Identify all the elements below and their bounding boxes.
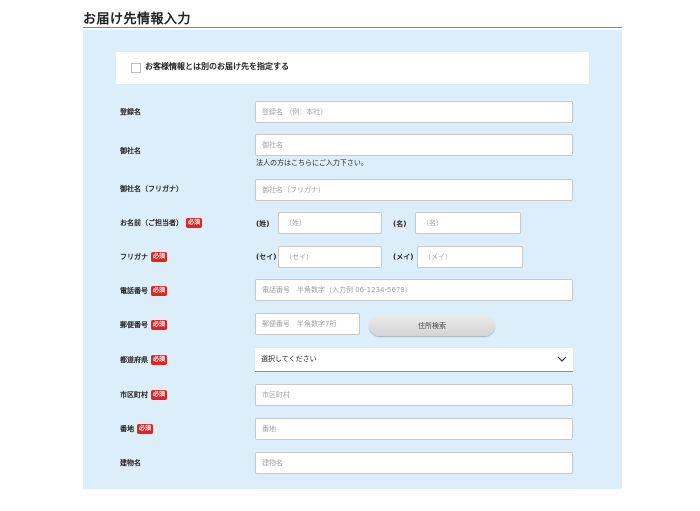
alt-address-label[interactable]: お客様情報とは別のお届け先を指定する bbox=[145, 61, 289, 72]
first-kana-label: (メイ) bbox=[393, 253, 414, 261]
company-note: 法人の方はこちらにご入力下さい。 bbox=[256, 159, 368, 167]
prefecture-label: 都道府県 必須 bbox=[120, 355, 168, 365]
first-name-label: (名) bbox=[393, 220, 407, 228]
first-name-input[interactable] bbox=[415, 212, 521, 234]
company-label: 御社名 bbox=[120, 147, 141, 155]
address-search-button[interactable]: 住所検索 bbox=[369, 315, 495, 336]
city-label: 市区町村 必須 bbox=[120, 390, 168, 400]
kana-label: フリガナ 必須 bbox=[120, 252, 168, 262]
chevron-down-icon bbox=[557, 356, 567, 362]
company-input[interactable] bbox=[255, 134, 573, 156]
required-badge: 必須 bbox=[137, 424, 154, 434]
company-kana-label: 御社名（フリガナ） bbox=[120, 185, 183, 193]
last-name-label: (姓) bbox=[256, 220, 270, 228]
postal-label: 郵便番号 必須 bbox=[120, 320, 168, 330]
building-label: 建物名 bbox=[120, 459, 141, 467]
section-title: お届け先情報入力 bbox=[83, 12, 192, 27]
title-divider bbox=[83, 27, 622, 28]
street-input[interactable] bbox=[255, 418, 573, 440]
prefecture-select[interactable]: 選択してください bbox=[255, 348, 573, 372]
required-badge: 必須 bbox=[151, 252, 168, 262]
alt-address-checkbox[interactable] bbox=[131, 63, 141, 73]
first-kana-input[interactable] bbox=[417, 246, 523, 268]
city-input[interactable] bbox=[255, 384, 573, 406]
required-badge: 必須 bbox=[151, 320, 168, 330]
street-label: 番地 必須 bbox=[120, 424, 154, 434]
prefecture-selected: 選択してください bbox=[261, 355, 317, 363]
last-name-input[interactable] bbox=[278, 212, 382, 234]
registration-input[interactable] bbox=[255, 101, 573, 123]
last-kana-label: (セイ) bbox=[256, 253, 277, 261]
required-badge: 必須 bbox=[151, 355, 168, 365]
required-badge: 必須 bbox=[186, 218, 203, 228]
registration-label: 登録名 bbox=[120, 108, 141, 116]
postal-input[interactable] bbox=[255, 313, 360, 335]
company-kana-input[interactable] bbox=[255, 179, 573, 201]
required-badge: 必須 bbox=[151, 390, 168, 400]
name-label: お名前（ご担当者） 必須 bbox=[120, 218, 203, 228]
phone-input[interactable] bbox=[255, 279, 573, 301]
building-input[interactable] bbox=[255, 452, 573, 474]
phone-label: 電話番号 必須 bbox=[120, 286, 168, 296]
required-badge: 必須 bbox=[151, 286, 168, 296]
last-kana-input[interactable] bbox=[278, 246, 382, 268]
